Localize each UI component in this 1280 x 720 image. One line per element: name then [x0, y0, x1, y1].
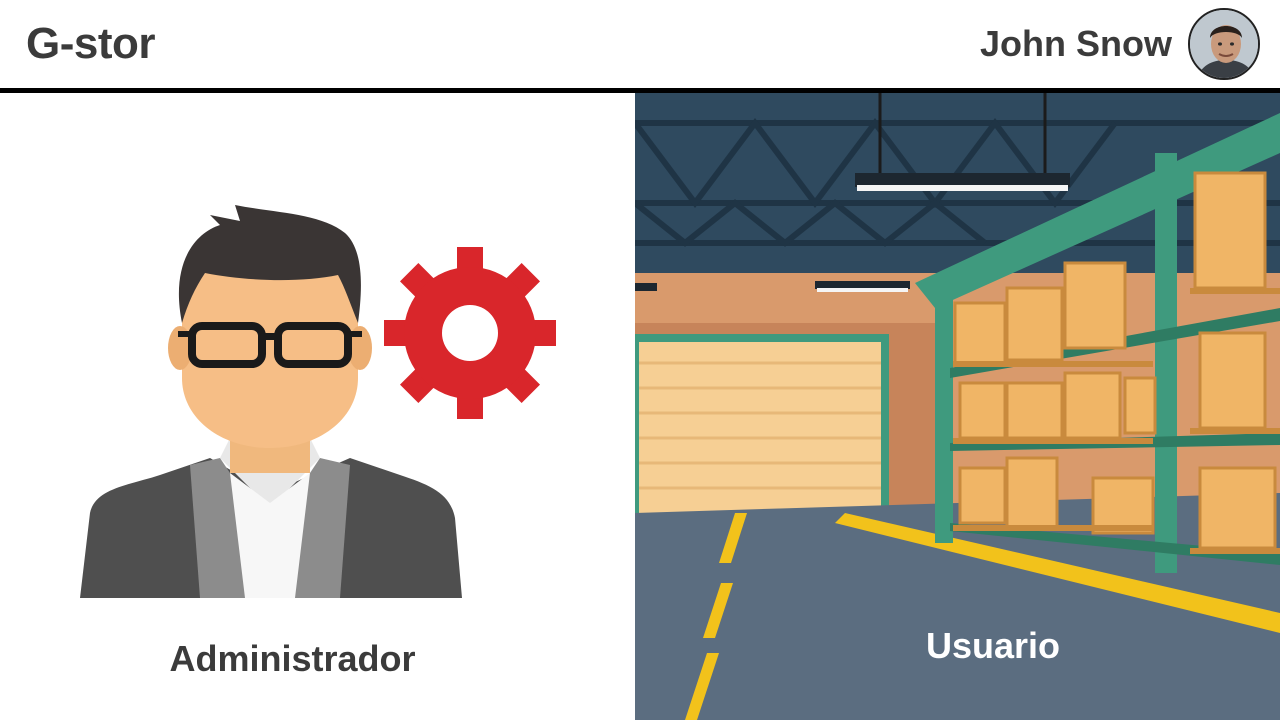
- user-profile[interactable]: John Snow: [980, 6, 1260, 82]
- app-title: G-stor: [26, 19, 156, 68]
- admin-role-card[interactable]: Administrador: [0, 93, 635, 720]
- user-role-card[interactable]: Usuario: [635, 93, 1280, 720]
- user-avatar-icon: [1190, 10, 1258, 78]
- gear-icon: [384, 247, 556, 419]
- user-role-label[interactable]: Usuario: [635, 625, 1280, 667]
- admin-role-label[interactable]: Administrador: [0, 638, 585, 680]
- administrator-illustration: [80, 205, 556, 598]
- avatar[interactable]: [1188, 8, 1260, 80]
- user-name[interactable]: John Snow: [980, 24, 1172, 64]
- top-bar: G-stor John Snow: [0, 0, 1280, 88]
